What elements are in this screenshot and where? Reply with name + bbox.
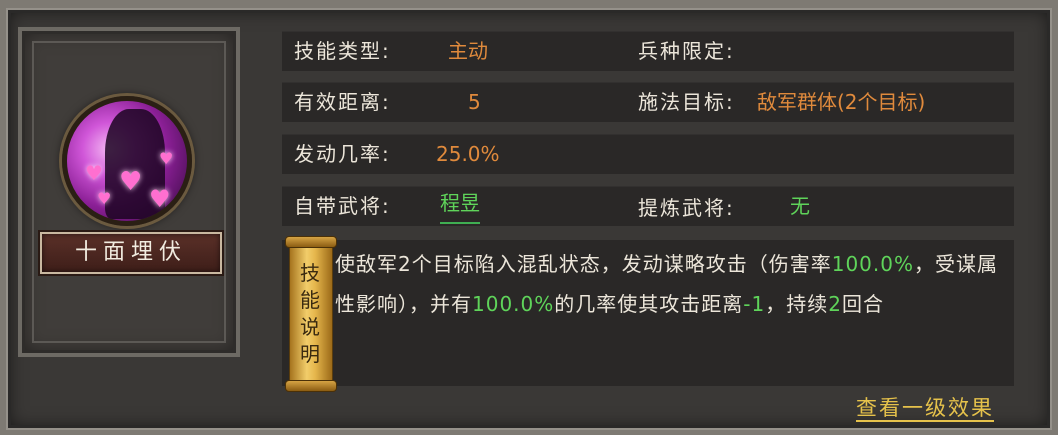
desc-segment-highlight: -1 <box>743 292 766 316</box>
skill-name-plate: 十面埋伏 <box>40 232 222 274</box>
attribute-row-range: 有效距离: 5 施法目标: 敌军群体(2个目标) <box>282 82 1014 122</box>
heart-icon: ♥ <box>97 189 112 208</box>
scroll-char: 说 <box>300 315 320 339</box>
desc-segment-highlight: 2 <box>828 292 842 316</box>
target-label: 施法目标: <box>638 90 735 114</box>
attribute-row-chance: 发动几率: 25.0% <box>282 134 1014 174</box>
scroll-icon: 技 能 说 明 <box>285 236 337 392</box>
chance-value: 25.0% <box>436 142 500 166</box>
scroll-cap-bottom <box>285 380 337 392</box>
range-label: 有效距离: <box>294 90 391 114</box>
heart-icon: ♥ <box>149 185 171 213</box>
purple-hearts-skill-icon: ♥ ♥ ♥ ♥ ♥ <box>62 96 192 226</box>
attribute-row-type: 技能类型: 主动 兵种限定: <box>282 31 1014 71</box>
skill-type-value: 主动 <box>448 39 488 63</box>
desc-segment: 回合 <box>841 292 884 316</box>
desc-segment-highlight: 100.0% <box>831 252 914 276</box>
desc-segment: 使敌军2个目标陷入混乱状态，发动谋略攻击（伤害率 <box>335 252 832 276</box>
view-level-one-effect-link[interactable]: 查看一级效果 <box>856 392 994 422</box>
refine-hero-value: 无 <box>790 194 810 218</box>
skill-description-text: 使敌军2个目标陷入混乱状态，发动谋略攻击（伤害率100.0%，受谋属性影响），并… <box>335 244 1015 324</box>
innate-hero-value[interactable]: 程昱 <box>440 184 480 224</box>
scroll-cap-top <box>285 236 337 248</box>
scroll-char: 能 <box>300 288 320 312</box>
desc-segment: ，持续 <box>765 292 829 316</box>
skill-description-label: 技 能 说 明 <box>289 260 331 368</box>
range-value: 5 <box>468 90 481 114</box>
refine-hero-label: 提炼武将: <box>638 196 735 220</box>
chance-label: 发动几率: <box>294 142 391 166</box>
heart-icon: ♥ <box>159 149 174 168</box>
innate-hero-label: 自带武将: <box>294 194 391 218</box>
heart-icon: ♥ <box>85 161 103 185</box>
skill-type-label: 技能类型: <box>294 39 391 63</box>
desc-segment-highlight: 100.0% <box>472 292 555 316</box>
scroll-char: 技 <box>300 261 320 285</box>
troop-limit-label: 兵种限定: <box>638 39 735 63</box>
target-value: 敌军群体(2个目标) <box>757 90 926 114</box>
heart-icon: ♥ <box>119 167 143 197</box>
scroll-char: 明 <box>300 342 320 366</box>
attribute-row-heroes: 自带武将: 程昱 提炼武将: 无 <box>282 186 1014 226</box>
desc-segment: 的几率使其攻击距离 <box>554 292 744 316</box>
